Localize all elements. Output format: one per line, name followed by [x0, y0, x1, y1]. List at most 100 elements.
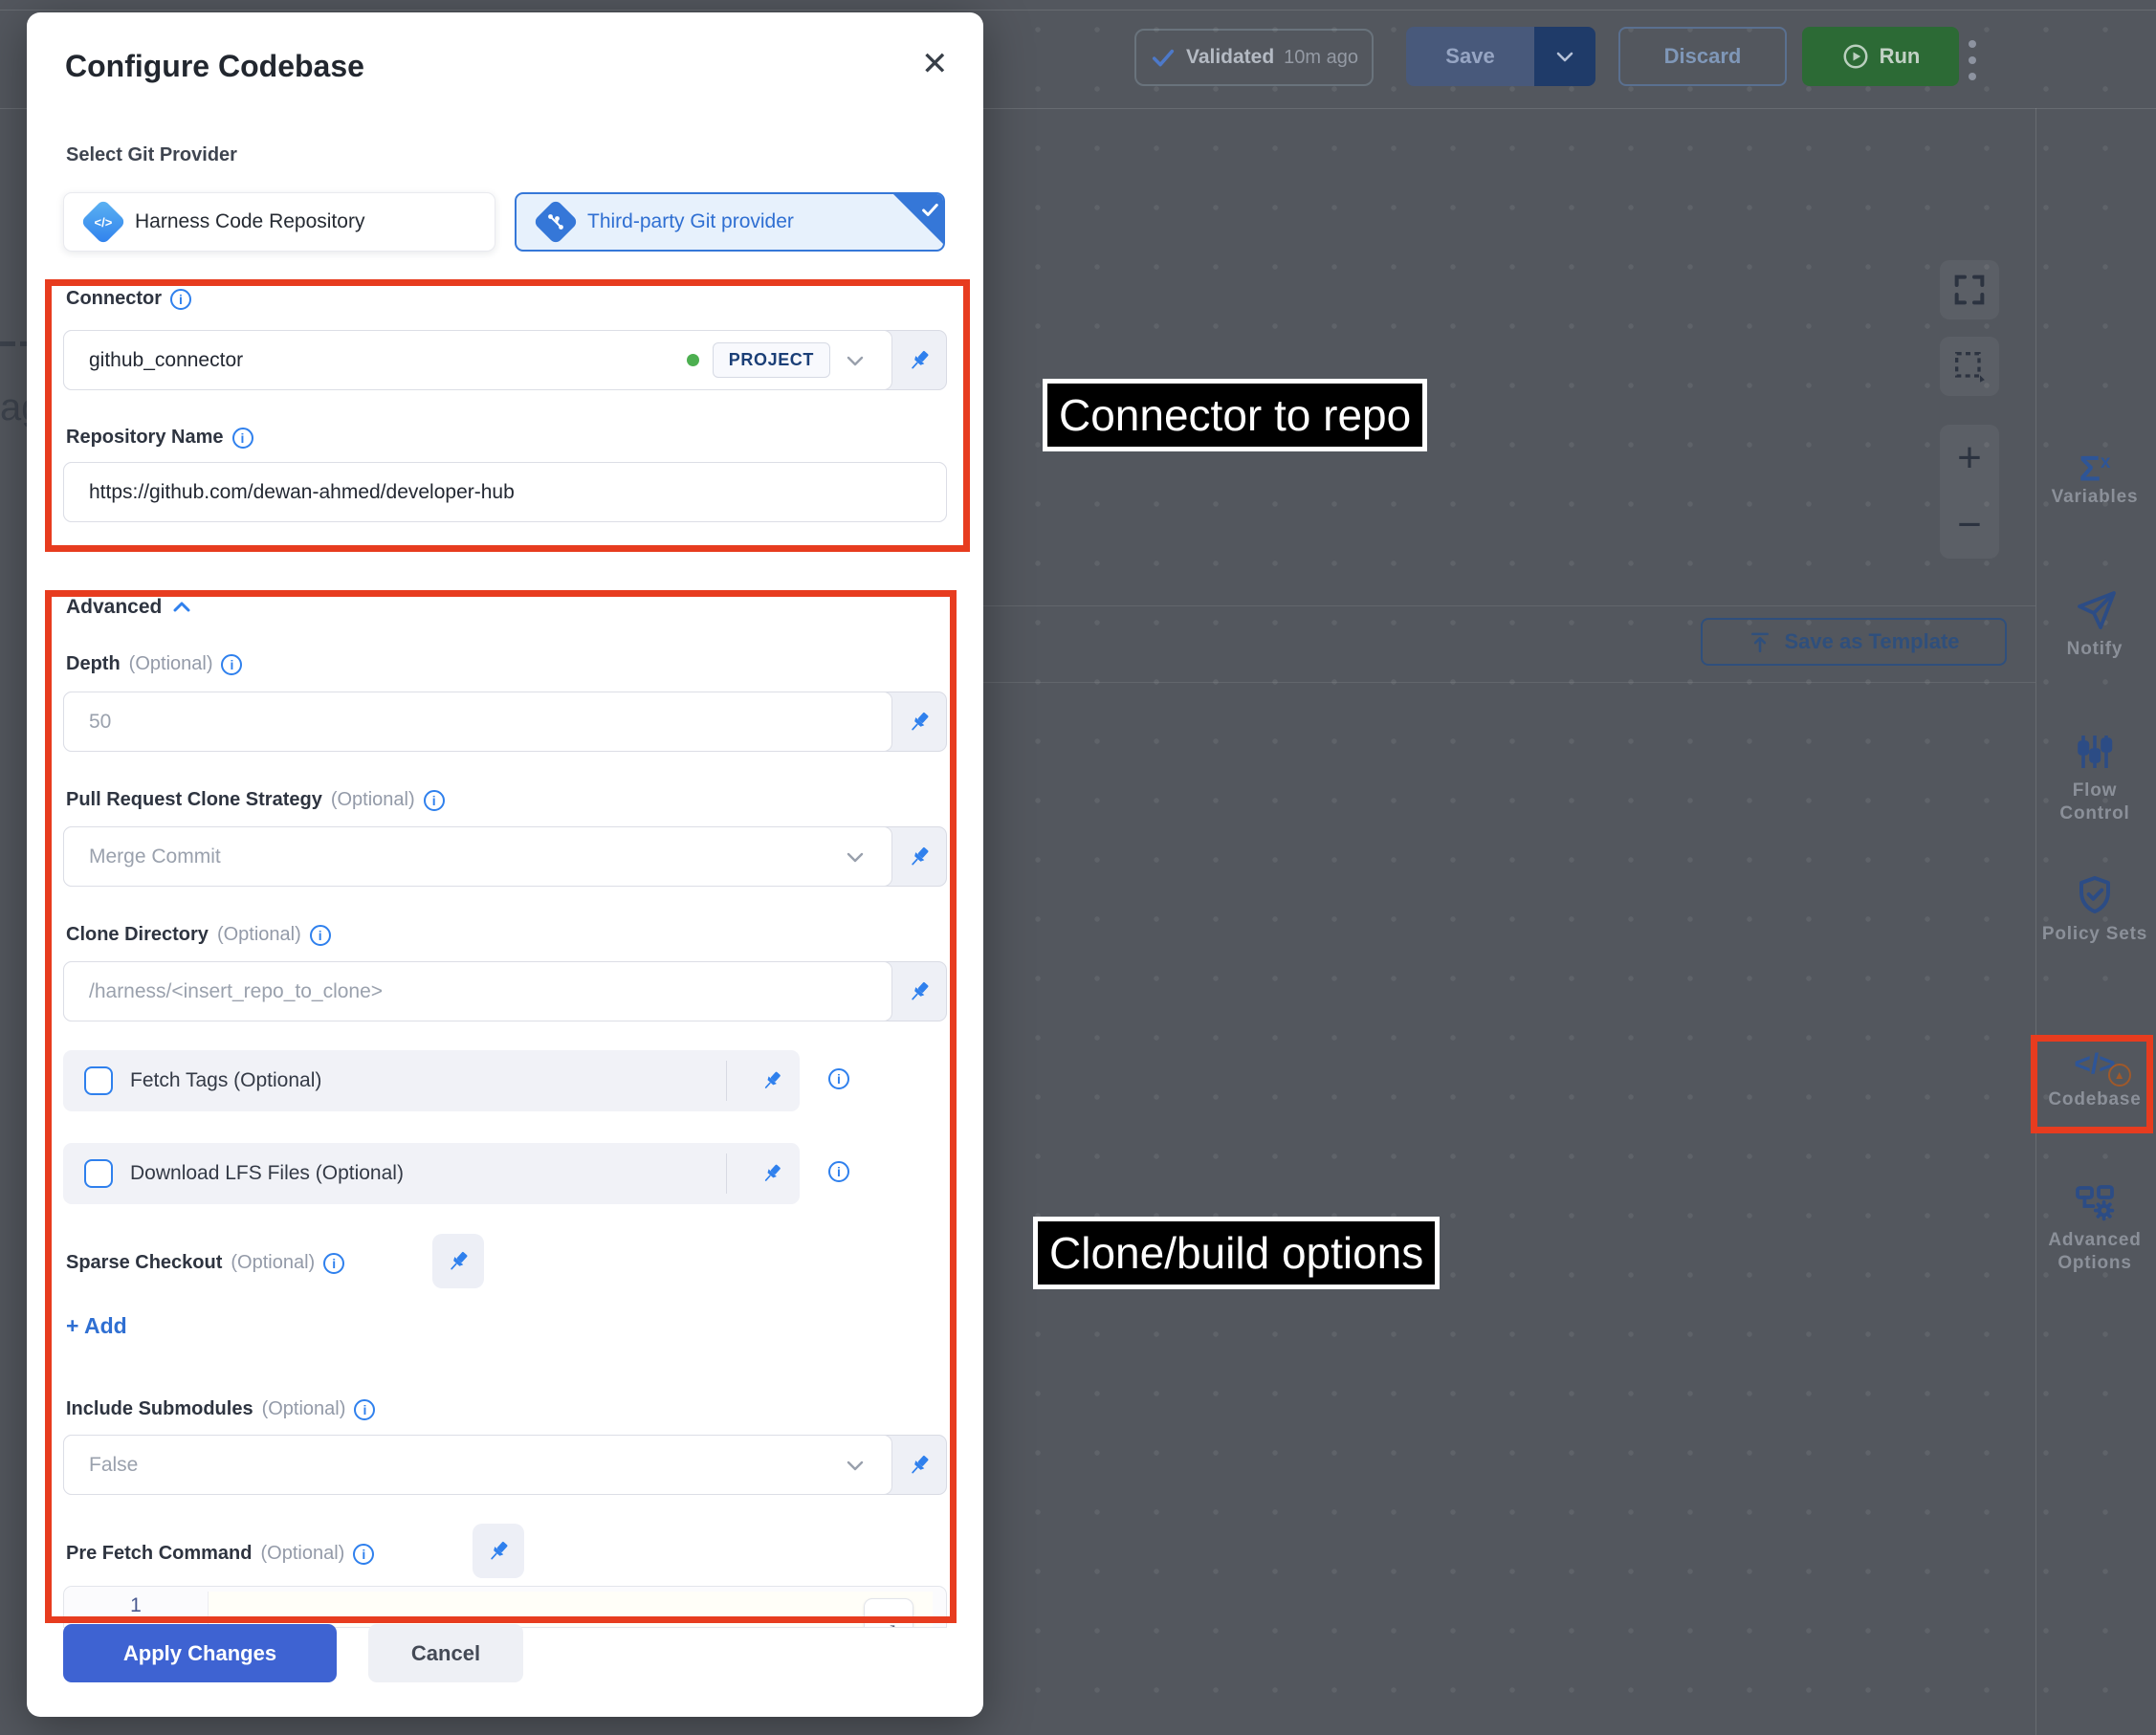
provider-harness-code-repository[interactable]: </> Harness Code Repository	[63, 192, 495, 252]
connector-input[interactable]	[89, 349, 673, 372]
repository-name-input[interactable]	[89, 481, 921, 504]
fetch-tags-checkbox[interactable]	[84, 1066, 113, 1095]
editor-line-number: 1	[64, 1587, 208, 1627]
harness-code-icon: </>	[80, 199, 126, 245]
stage-connector-dash	[0, 341, 15, 346]
info-icon[interactable]: i	[310, 925, 331, 946]
info-icon[interactable]: i	[353, 1544, 374, 1565]
optional-tag: (Optional)	[231, 1252, 315, 1274]
include-submodules-field	[63, 1435, 947, 1495]
pin-input-type-button[interactable]	[473, 1524, 524, 1578]
optional-tag: (Optional)	[217, 924, 301, 946]
provider-label: Third-party Git provider	[587, 210, 794, 233]
info-icon[interactable]: i	[424, 790, 445, 811]
chevron-down-icon[interactable]	[844, 349, 867, 372]
dialog-title: Configure Codebase	[65, 49, 364, 84]
play-icon	[1841, 42, 1870, 71]
info-icon[interactable]: i	[232, 428, 253, 449]
download-lfs-label: Download LFS Files (Optional)	[130, 1162, 404, 1185]
pin-icon	[759, 1161, 784, 1186]
editor-expand-button[interactable]: ⤢	[864, 1598, 913, 1628]
sidebar-item-notify[interactable]: Notify	[2037, 587, 2152, 661]
cancel-button[interactable]: Cancel	[368, 1624, 523, 1682]
sidebar-divider	[2035, 108, 2036, 1735]
info-icon[interactable]: i	[354, 1399, 375, 1420]
variables-icon: Σx	[2037, 446, 2152, 486]
more-options-menu[interactable]	[1969, 40, 1978, 89]
upload-icon	[1748, 629, 1772, 654]
include-submodules-select[interactable]	[89, 1454, 830, 1477]
callout-connector-to-repo: Connector to repo	[1043, 379, 1427, 451]
save-as-template-button[interactable]: Save as Template	[1701, 618, 2007, 666]
sidebar-item-advanced-options[interactable]: Advanced Options	[2037, 1178, 2152, 1275]
run-button[interactable]: Run	[1802, 27, 1959, 86]
chevron-up-icon[interactable]	[170, 596, 193, 619]
clone-directory-field	[63, 961, 947, 1021]
zoom-in-button[interactable]: +	[1957, 434, 1982, 482]
pre-fetch-command-editor[interactable]: 1 ⤢	[63, 1586, 947, 1628]
clone-directory-input[interactable]	[89, 980, 867, 1003]
validated-status-badge: Validated 10m ago	[1134, 29, 1374, 86]
pin-input-type-button[interactable]	[432, 1234, 484, 1288]
sidebar-item-variables[interactable]: Σx Variables	[2037, 446, 2152, 509]
pin-input-type-button[interactable]	[892, 827, 946, 886]
depth-label: Depth	[66, 653, 121, 675]
sidebar-item-label: Notify	[2037, 638, 2152, 661]
optional-tag: (Optional)	[260, 1543, 344, 1565]
info-icon[interactable]: i	[828, 1068, 849, 1089]
marquee-select-icon	[1950, 347, 1989, 385]
repository-name-label: Repository Name	[66, 427, 224, 449]
select-git-provider-label: Select Git Provider	[66, 144, 237, 166]
save-button[interactable]: Save	[1406, 27, 1534, 86]
info-icon[interactable]: i	[170, 289, 191, 310]
info-icon[interactable]: i	[323, 1253, 344, 1274]
pin-input-type-button[interactable]	[892, 1436, 946, 1494]
configure-codebase-dialog: Configure Codebase ✕ Select Git Provider…	[27, 12, 983, 1717]
pin-icon	[906, 844, 933, 870]
pin-input-type-button[interactable]	[744, 1068, 800, 1093]
pin-icon	[759, 1068, 784, 1093]
warning-icon: ▲	[2108, 1064, 2131, 1087]
pin-icon	[445, 1248, 472, 1275]
discard-button[interactable]: Discard	[1618, 27, 1787, 86]
notify-icon	[2072, 587, 2118, 633]
depth-input[interactable]	[89, 711, 867, 734]
connector-field: PROJECT	[63, 330, 947, 390]
chevron-down-icon[interactable]	[844, 1454, 867, 1477]
info-icon[interactable]: i	[221, 654, 242, 675]
apply-changes-button[interactable]: Apply Changes	[63, 1624, 337, 1682]
codebase-icon: </>▲	[2074, 1048, 2115, 1081]
provider-third-party-git[interactable]: Third-party Git provider	[515, 192, 945, 252]
pin-input-type-button[interactable]	[744, 1161, 800, 1186]
pr-clone-strategy-label: Pull Request Clone Strategy	[66, 789, 322, 811]
editor-code-area[interactable]	[208, 1592, 933, 1628]
pin-input-type-button[interactable]	[892, 692, 946, 751]
pin-icon	[906, 347, 933, 374]
expand-icon: ⤢	[882, 1622, 895, 1628]
zoom-out-button[interactable]: −	[1957, 501, 1982, 549]
sidebar-item-label: Codebase	[2037, 1088, 2152, 1111]
fullscreen-button[interactable]	[1940, 260, 1999, 319]
close-icon[interactable]: ✕	[921, 45, 949, 83]
download-lfs-checkbox[interactable]	[84, 1159, 113, 1188]
connector-label: Connector	[66, 288, 162, 310]
sidebar-item-flow-control[interactable]: Flow Control	[2037, 729, 2152, 825]
policy-sets-icon	[2072, 872, 2118, 918]
sidebar-item-label: Advanced Options	[2037, 1229, 2152, 1275]
pr-clone-strategy-select[interactable]	[89, 846, 830, 868]
pin-input-type-button[interactable]	[892, 331, 946, 389]
selection-tool-button[interactable]	[1940, 337, 1999, 396]
sidebar-item-policy-sets[interactable]: Policy Sets	[2037, 872, 2152, 946]
save-options-button[interactable]	[1534, 27, 1595, 86]
pin-input-type-button[interactable]	[892, 962, 946, 1021]
pre-fetch-command-label: Pre Fetch Command	[66, 1543, 252, 1565]
connector-status-dot	[687, 354, 699, 366]
advanced-section-toggle[interactable]: Advanced	[66, 596, 162, 619]
info-icon[interactable]: i	[828, 1161, 849, 1182]
sidebar-item-codebase[interactable]: </>▲ Codebase	[2037, 1048, 2152, 1111]
chevron-down-icon[interactable]	[844, 846, 867, 868]
add-sparse-checkout-link[interactable]: + Add	[66, 1313, 127, 1339]
fetch-tags-row: Fetch Tags (Optional)	[63, 1050, 800, 1111]
pin-icon	[485, 1538, 512, 1565]
validated-time: 10m ago	[1284, 47, 1358, 69]
